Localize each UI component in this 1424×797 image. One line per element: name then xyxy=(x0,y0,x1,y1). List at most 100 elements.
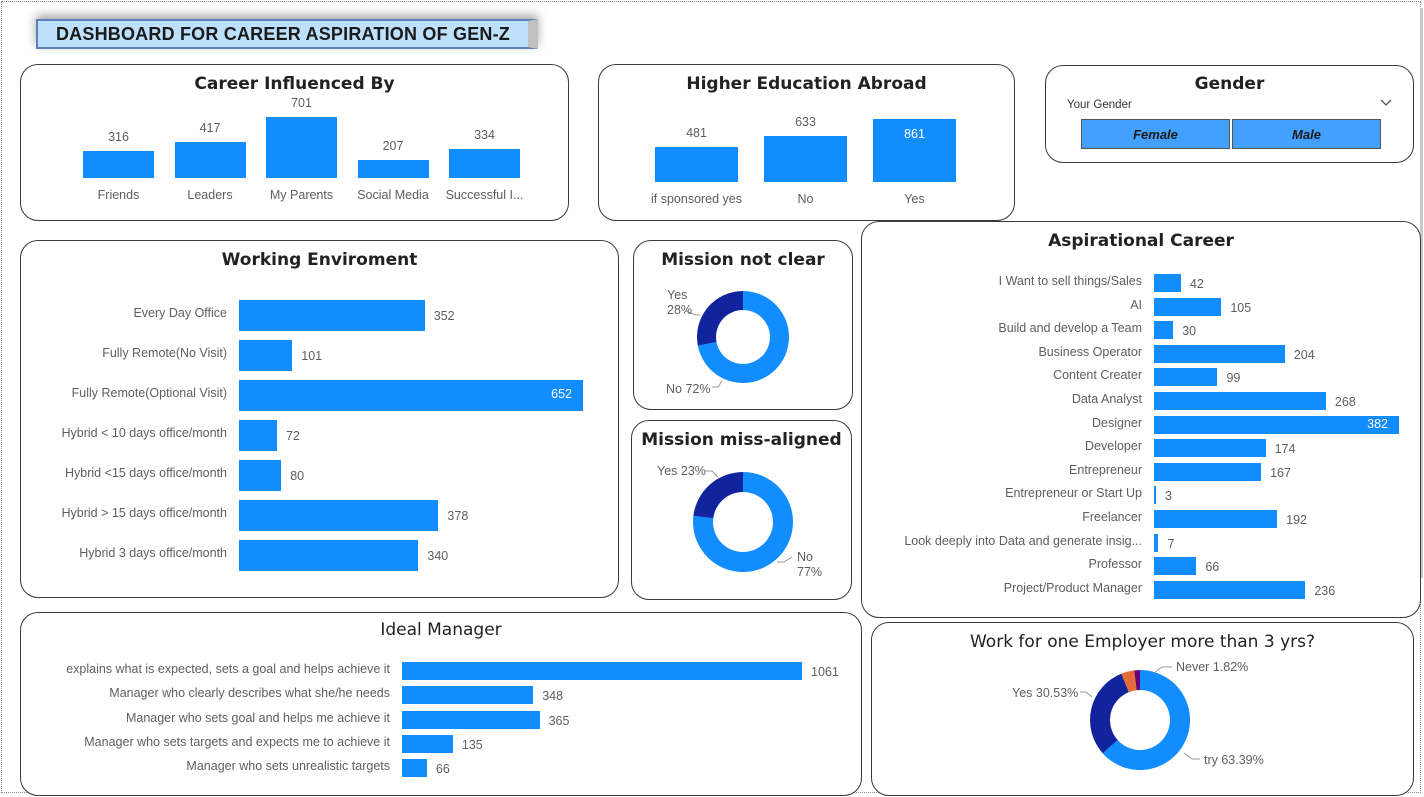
data-label: 652 xyxy=(551,387,572,401)
row-bar xyxy=(1154,510,1278,528)
data-label: 174 xyxy=(1274,442,1296,457)
data-label: 378 xyxy=(447,509,469,523)
category-label: if sponsored yes xyxy=(650,192,743,206)
data-label: 99 xyxy=(1226,371,1241,386)
slice-label: No xyxy=(797,550,813,564)
slice-label: 28% xyxy=(667,303,693,317)
row-label: Fully Remote(Optional Visit) xyxy=(71,386,227,400)
data-label: 334 xyxy=(474,127,495,142)
row-bar xyxy=(1154,297,1222,316)
row-label: Hybrid < 10 days office/month xyxy=(61,426,228,440)
leader-line xyxy=(1183,752,1200,760)
donut-chart[interactable] xyxy=(872,623,1415,797)
work-one-employer-panel[interactable]: Work for one Employer more than 3 yrs? N… xyxy=(871,622,1414,796)
data-label: 417 xyxy=(199,120,221,135)
row-label: I Want to sell things/Sales xyxy=(998,274,1142,288)
chevron-down-icon[interactable] xyxy=(1380,99,1392,107)
row-bar xyxy=(1154,392,1326,410)
panel-title: Gender xyxy=(1194,74,1265,94)
row-bar xyxy=(1154,274,1181,292)
data-label: 66 xyxy=(1205,560,1220,575)
career-influenced-panel[interactable]: Career Influenced By 316 Friends 417 Leader… xyxy=(20,64,569,221)
row-label: Hybrid <15 days office/month xyxy=(64,466,227,480)
working-environment-panel[interactable]: Working Enviroment Every Day Office 352 Fu… xyxy=(20,240,619,598)
row-label: Look deeply into Data and generate insig… xyxy=(904,533,1142,548)
column-bar xyxy=(266,117,337,178)
slice-label: 77% xyxy=(797,565,823,579)
gender-option-male[interactable]: Male xyxy=(1232,119,1381,149)
column-bar xyxy=(655,146,738,182)
mission-not-clear-panel[interactable]: Mission not clear Yes 28% No 72% xyxy=(633,240,853,410)
slice-label: try 63.39% xyxy=(1204,753,1264,767)
row-label: Entrepreneur xyxy=(1069,462,1142,477)
gender-option-female[interactable]: Female xyxy=(1081,119,1230,149)
row-label: Manager who sets goal and helps me achie… xyxy=(125,710,390,725)
data-label: 72 xyxy=(285,429,300,443)
column-bar xyxy=(357,159,429,178)
row-label: Manager who clearly describes what she/h… xyxy=(109,686,390,701)
data-label: 167 xyxy=(1270,465,1291,480)
data-label: 30 xyxy=(1182,324,1197,339)
slice-label: No 72% xyxy=(666,382,711,396)
column-bar xyxy=(449,148,520,178)
row-bar xyxy=(1154,344,1285,363)
data-label: 7 xyxy=(1167,536,1175,551)
row-bar xyxy=(1154,462,1262,481)
data-label: 316 xyxy=(108,129,129,144)
data-label: 340 xyxy=(427,549,449,563)
row-bar xyxy=(402,662,802,680)
aspirational-career-panel[interactable]: Aspirational Career I Want to sell thing… xyxy=(861,221,1421,618)
row-bar xyxy=(239,419,277,451)
data-label: 105 xyxy=(1230,300,1252,315)
donut-slice[interactable] xyxy=(693,472,743,519)
data-label: 207 xyxy=(382,138,404,153)
row-bar xyxy=(1154,368,1218,387)
data-label: 42 xyxy=(1189,277,1204,291)
data-label: 861 xyxy=(904,127,925,141)
data-label: 135 xyxy=(461,737,483,752)
row-label: Developer xyxy=(1085,439,1142,454)
mission-misaligned-panel[interactable]: Mission miss-aligned Yes 23% No 77% xyxy=(631,420,852,600)
donut-slice[interactable] xyxy=(1090,673,1129,754)
row-bar xyxy=(402,710,540,729)
row-bar xyxy=(239,459,282,491)
row-label: Manager who sets targets and expects me … xyxy=(84,734,390,749)
slice-label: Yes 30.53% xyxy=(1012,686,1079,700)
row-label: Entrepreneur or Start Up xyxy=(1005,486,1142,501)
row-bar xyxy=(1154,321,1174,340)
slice-label: Yes xyxy=(667,288,688,302)
data-label: 66 xyxy=(435,762,450,777)
ideal-manager-panel[interactable]: Ideal Manager explains what is expected,… xyxy=(20,612,862,796)
column-bar xyxy=(174,141,246,178)
row-label: Manager who sets unrealistic targets xyxy=(186,759,390,774)
panel-title: Working Enviroment xyxy=(221,250,418,270)
data-label: 352 xyxy=(433,309,455,323)
row-label: Hybrid > 15 days office/month xyxy=(61,506,228,520)
higher-education-panel[interactable]: Higher Education Abroad 481 if sponsored … xyxy=(598,64,1015,221)
panel-title: Aspirational Career xyxy=(1048,231,1234,251)
row-bar xyxy=(239,339,293,371)
donut-slice[interactable] xyxy=(697,291,743,346)
row-bar xyxy=(239,379,583,411)
row-label: Designer xyxy=(1091,415,1142,430)
data-label: 633 xyxy=(795,114,816,129)
gender-slicer-panel[interactable]: Gender Your Gender Female Male xyxy=(1045,65,1414,163)
slicer-label: Your Gender xyxy=(1067,99,1132,111)
data-label: 192 xyxy=(1286,513,1307,527)
dashboard-title: DASHBOARD FOR CAREER ASPIRATION OF GEN-Z xyxy=(36,19,538,49)
leader-line xyxy=(777,556,793,563)
row-label: explains what is expected, sets a goal a… xyxy=(66,662,390,676)
data-label: 80 xyxy=(290,469,305,483)
row-bar xyxy=(1154,580,1306,599)
row-bar xyxy=(402,686,534,705)
row-label: Build and develop a Team xyxy=(998,321,1142,336)
row-label: Every Day Office xyxy=(133,306,227,320)
row-bar xyxy=(402,734,453,753)
row-label: Business Operator xyxy=(1038,344,1142,359)
row-bar xyxy=(1154,439,1266,458)
row-bar xyxy=(239,499,439,531)
slice-label: Never 1.82% xyxy=(1176,660,1249,674)
column-bar xyxy=(83,150,154,178)
row-label: Fully Remote(No Visit) xyxy=(102,346,227,360)
data-label: 204 xyxy=(1293,347,1315,362)
